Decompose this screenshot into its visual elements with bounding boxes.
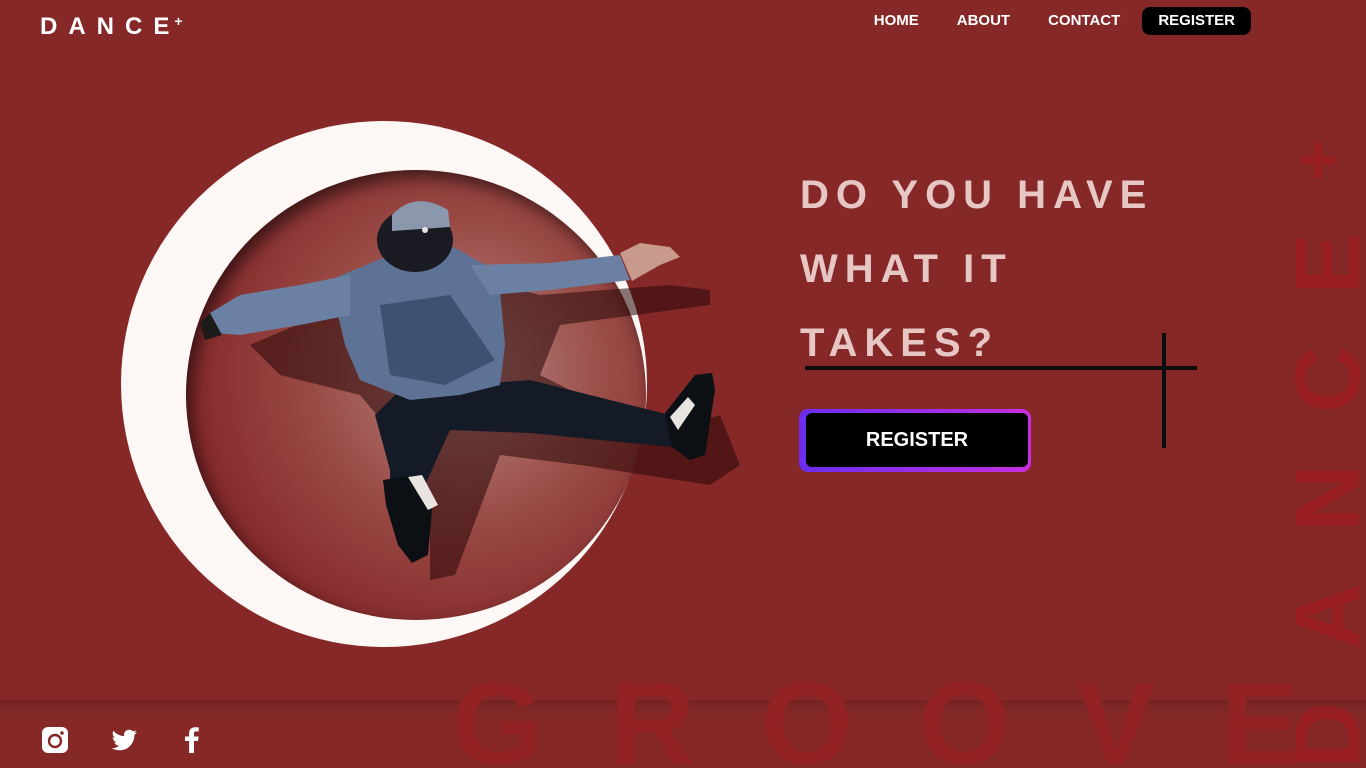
logo-text: DANCE bbox=[40, 13, 181, 40]
nav-about[interactable]: ABOUT bbox=[957, 7, 1010, 35]
nav-contact[interactable]: CONTACT bbox=[1048, 7, 1120, 35]
social-links bbox=[42, 727, 202, 753]
background-bottom-word: GROOVE bbox=[452, 658, 1366, 768]
top-nav: HOME ABOUT CONTACT REGISTER bbox=[836, 7, 1251, 35]
brand-logo[interactable]: DANCE + bbox=[40, 12, 183, 42]
decorative-horizontal-line bbox=[805, 366, 1197, 370]
headline-line-1: DO YOU HAVE bbox=[800, 173, 1154, 217]
register-cta-button[interactable]: REGISTER bbox=[806, 413, 1028, 467]
hero-headline: DO YOU HAVE WHAT IT TAKES? bbox=[800, 158, 1153, 380]
headline-line-2: WHAT IT bbox=[800, 247, 1013, 291]
nav-register-button[interactable]: REGISTER bbox=[1142, 7, 1251, 35]
landing-page: DANCE+ GROOVE DANCE + HOME ABOUT CONTACT … bbox=[0, 0, 1366, 768]
dancer-image bbox=[200, 201, 740, 580]
twitter-icon[interactable] bbox=[112, 727, 138, 753]
logo-plus: + bbox=[174, 13, 183, 29]
decorative-vertical-line bbox=[1162, 333, 1166, 448]
nav-home[interactable]: HOME bbox=[874, 7, 919, 35]
instagram-icon[interactable] bbox=[42, 727, 68, 753]
facebook-icon[interactable] bbox=[182, 727, 202, 753]
